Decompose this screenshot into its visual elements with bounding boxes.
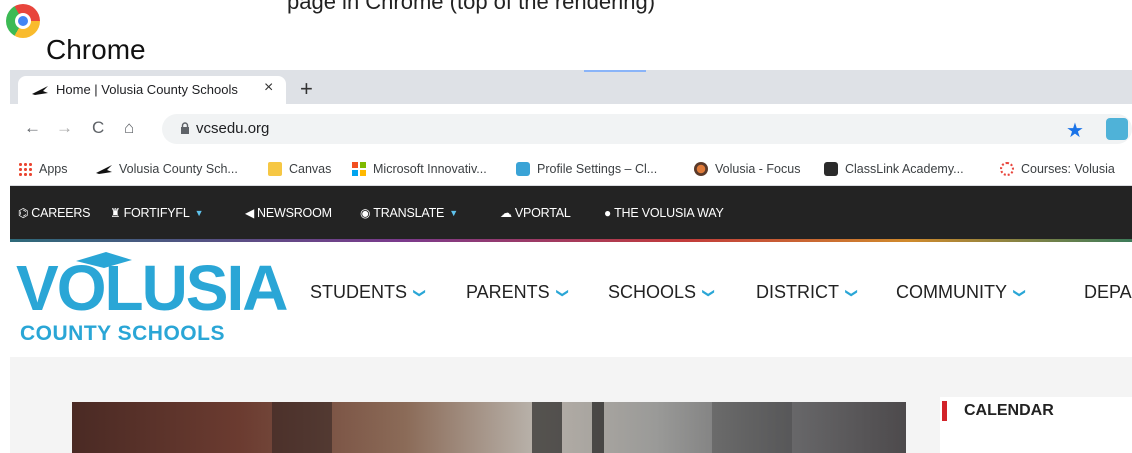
hero-image	[72, 402, 906, 453]
bookmark-apps[interactable]: Apps	[18, 162, 68, 176]
bookmark-star-icon[interactable]: ★	[1066, 118, 1084, 143]
nav-students[interactable]: STUDENTS ❯	[310, 282, 428, 303]
lock-icon	[181, 122, 189, 134]
screenshot-caption: page in Chrome (top of the rendering) Ch…	[0, 0, 1132, 68]
chevron-down-icon: ▼	[449, 208, 458, 218]
bookmark-canvas[interactable]: Canvas	[268, 162, 331, 176]
chrome-logo-icon	[6, 4, 40, 38]
bookmark-focus[interactable]: Volusia - Focus	[694, 162, 800, 176]
nav-district[interactable]: DISTRICT ❯	[756, 282, 860, 303]
bookmark-classlink-academy[interactable]: ClassLink Academy...	[824, 162, 964, 176]
classlink-icon	[516, 162, 530, 176]
classlink-extension-icon[interactable]	[1106, 118, 1128, 140]
bookmark-profile-settings[interactable]: Profile Settings – Cl...	[516, 162, 657, 176]
chevron-down-icon: ▼	[194, 208, 204, 218]
bookmark-courses[interactable]: Courses: Volusia	[1000, 162, 1115, 176]
tower-icon: ♜	[110, 206, 121, 220]
tab-title: Home | Volusia County Schools	[56, 82, 238, 97]
tab-close-icon[interactable]: ×	[264, 79, 273, 97]
new-tab-button[interactable]: +	[300, 76, 313, 102]
apple-icon: ●	[604, 206, 612, 220]
megaphone-icon: ◀	[245, 206, 255, 220]
bookmark-microsoft[interactable]: Microsoft Innovativ...	[352, 162, 487, 176]
loading-indicator	[584, 70, 646, 72]
chevron-down-icon: ❯	[413, 287, 428, 298]
courses-icon	[1000, 162, 1014, 176]
caption-fragment: page in Chrome (top of the rendering)	[287, 0, 656, 14]
calendar-widget: CALENDAR	[940, 397, 1132, 453]
topbar-translate[interactable]: ◉ TRANSLATE ▼	[360, 206, 458, 220]
nav-departments[interactable]: DEPA	[1084, 282, 1132, 303]
widget-accent-bar	[942, 401, 947, 421]
caption-title: Chrome	[46, 34, 146, 65]
logo-wordmark: VOLUSIA	[16, 252, 288, 324]
folder-icon	[268, 162, 282, 176]
address-bar[interactable]: vcsedu.org	[162, 114, 1132, 144]
apps-grid-icon	[18, 162, 32, 176]
topbar-volusia-way[interactable]: ● THE VOLUSIA WAY	[604, 206, 724, 220]
logo-subtitle: COUNTY SCHOOLS	[20, 322, 225, 345]
careers-icon: ⌬	[18, 206, 29, 220]
bookmarks-bar: Apps Volusia County Sch... Canvas Micros…	[10, 154, 1132, 186]
globe-icon: ◉	[360, 206, 371, 220]
volusia-logo[interactable]: VOLUSIA COUNTY SCHOOLS	[16, 252, 288, 352]
topbar-vportal[interactable]: ☁ VPORTAL	[500, 206, 571, 220]
site-utility-bar: ⌬ CAREERS ♜ FORTIFYFL ▼ ◀ NEWSROOM ◉ TRA…	[10, 186, 1132, 242]
url-text: vcsedu.org	[196, 120, 270, 137]
topbar-fortifyfl[interactable]: ♜ FORTIFYFL ▼	[110, 206, 204, 220]
back-button[interactable]: ←	[24, 118, 41, 138]
nav-community[interactable]: COMMUNITY ❯	[896, 282, 1028, 303]
topbar-newsroom[interactable]: ◀ NEWSROOM	[245, 206, 332, 220]
chevron-down-icon: ❯	[702, 287, 717, 298]
microsoft-icon	[352, 162, 366, 176]
classlink-academy-icon	[824, 162, 838, 176]
nav-schools[interactable]: SCHOOLS ❯	[608, 282, 717, 303]
browser-tab[interactable]: Home | Volusia County Schools ×	[18, 76, 286, 104]
calendar-heading[interactable]: CALENDAR	[964, 402, 1054, 420]
chevron-down-icon: ❯	[555, 287, 570, 298]
cloud-icon: ☁	[500, 206, 512, 220]
site-header: VOLUSIA COUNTY SCHOOLS STUDENTS ❯ PARENTS…	[10, 242, 1132, 357]
home-button[interactable]: ⌂	[124, 118, 134, 138]
focus-icon	[694, 162, 708, 176]
volusia-favicon	[96, 165, 112, 174]
tab-strip: Home | Volusia County Schools × +	[10, 70, 1132, 104]
chevron-down-icon: ❯	[845, 287, 860, 298]
topbar-careers[interactable]: ⌬ CAREERS	[18, 206, 91, 220]
chevron-down-icon: ❯	[1013, 287, 1028, 298]
nav-parents[interactable]: PARENTS ❯	[466, 282, 570, 303]
volusia-favicon	[32, 86, 48, 95]
main-content: CALENDAR	[10, 357, 1132, 453]
bookmark-volusia[interactable]: Volusia County Sch...	[96, 162, 238, 176]
reload-button[interactable]: C	[92, 118, 104, 138]
browser-toolbar: ← → C ⌂ vcsedu.org ★	[10, 104, 1132, 154]
forward-button[interactable]: →	[56, 118, 73, 138]
